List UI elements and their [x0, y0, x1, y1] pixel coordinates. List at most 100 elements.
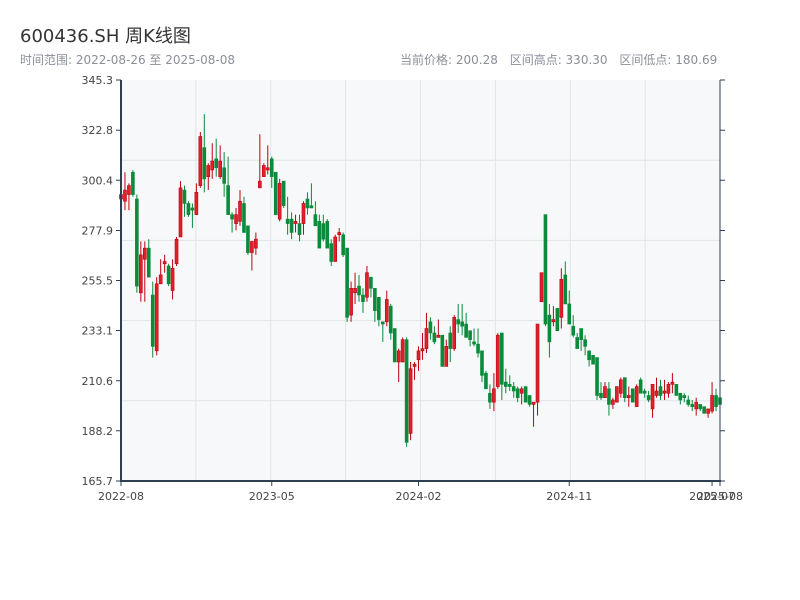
- candle-down: [607, 388, 611, 405]
- candle-up: [444, 346, 449, 367]
- candle-up: [127, 185, 131, 195]
- candle-down: [230, 214, 234, 220]
- candle-up: [619, 379, 623, 394]
- candle-down: [472, 341, 476, 345]
- candle-up: [611, 399, 615, 405]
- x-tick-label: 2025-08: [697, 490, 743, 503]
- candle-up: [706, 408, 710, 414]
- candle-up: [174, 238, 179, 265]
- candle-down: [456, 319, 460, 325]
- candle-up: [301, 203, 306, 224]
- y-tick-label: 255.5: [82, 275, 114, 288]
- candle-up: [337, 232, 341, 236]
- candle-down: [381, 321, 385, 325]
- candle-down: [222, 167, 226, 184]
- candle-down: [563, 274, 568, 305]
- candle-up: [626, 395, 631, 399]
- candle-down: [714, 395, 718, 407]
- candle-up: [654, 390, 659, 396]
- candle-down: [460, 321, 464, 327]
- candle-down: [575, 337, 579, 349]
- candle-down: [591, 354, 595, 365]
- candle-up: [265, 167, 270, 171]
- y-tick-label: 165.7: [82, 475, 114, 488]
- candle-up: [238, 200, 242, 222]
- candle-up: [123, 189, 127, 202]
- candle-up: [424, 328, 429, 349]
- candle-down: [305, 198, 310, 209]
- candle-down: [587, 350, 591, 361]
- candle-down: [246, 225, 250, 253]
- candle-up: [143, 247, 147, 260]
- candle-up: [412, 363, 417, 367]
- candle-up: [170, 267, 175, 291]
- candle-down: [464, 323, 468, 338]
- candle-up: [139, 254, 143, 294]
- candle-down: [527, 395, 532, 405]
- candle-up: [436, 334, 441, 338]
- candle-down: [571, 325, 576, 336]
- y-tick-label: 233.1: [82, 325, 114, 338]
- candle-up: [333, 236, 338, 262]
- candle-down: [388, 305, 393, 334]
- candle-up: [559, 279, 564, 318]
- candle-down: [698, 404, 702, 410]
- candle-up: [420, 348, 425, 352]
- candle-down: [369, 276, 373, 289]
- candle-up: [353, 288, 357, 294]
- candle-down: [297, 223, 302, 236]
- candle-down: [476, 343, 480, 354]
- candle-down: [186, 203, 191, 215]
- candle-down: [642, 390, 647, 394]
- candle-down: [484, 372, 488, 390]
- candle-down: [500, 332, 504, 385]
- x-tick-label: 2024-11: [546, 490, 592, 503]
- candle-down: [345, 247, 349, 318]
- y-tick-label: 300.4: [82, 174, 114, 187]
- candle-down: [146, 247, 151, 278]
- candle-down: [480, 350, 484, 376]
- candle-down: [440, 334, 445, 367]
- y-tick-label: 277.9: [82, 224, 114, 237]
- y-tick-label: 210.6: [82, 375, 114, 388]
- candle-down: [622, 377, 627, 399]
- candle-up: [234, 214, 238, 224]
- candle-down: [507, 384, 512, 387]
- candle-down: [321, 223, 326, 240]
- candle-down: [242, 203, 246, 233]
- candle-down: [285, 218, 290, 224]
- candle-down: [511, 386, 516, 392]
- candle-down: [373, 288, 377, 311]
- candle-up: [535, 323, 540, 403]
- candle-down: [166, 265, 171, 285]
- candle-down: [361, 294, 365, 303]
- candle-up: [603, 386, 607, 399]
- candle-down: [202, 147, 207, 180]
- candle-up: [277, 183, 282, 220]
- candle-up: [666, 384, 671, 394]
- candle-down: [309, 205, 314, 209]
- candle-up: [519, 388, 524, 394]
- candle-down: [317, 221, 322, 249]
- y-tick-label: 322.8: [82, 124, 114, 137]
- candle-down: [579, 328, 583, 340]
- candle-down: [190, 207, 195, 211]
- candle-down: [273, 171, 278, 215]
- candle-down: [682, 395, 687, 399]
- candle-down: [599, 392, 603, 399]
- candle-up: [293, 221, 298, 224]
- candle-down: [428, 321, 433, 334]
- candle-down: [543, 214, 548, 325]
- candle-down: [432, 332, 437, 343]
- candle-down: [523, 386, 528, 403]
- candle-up: [262, 165, 266, 177]
- candle-up: [396, 350, 401, 363]
- candle-down: [281, 180, 286, 207]
- candle-down: [468, 330, 472, 340]
- candle-up: [258, 180, 262, 189]
- candle-down: [658, 386, 663, 396]
- candle-down: [503, 381, 508, 387]
- candle-down: [646, 395, 651, 401]
- candle-down: [325, 221, 330, 249]
- candle-up: [634, 386, 639, 407]
